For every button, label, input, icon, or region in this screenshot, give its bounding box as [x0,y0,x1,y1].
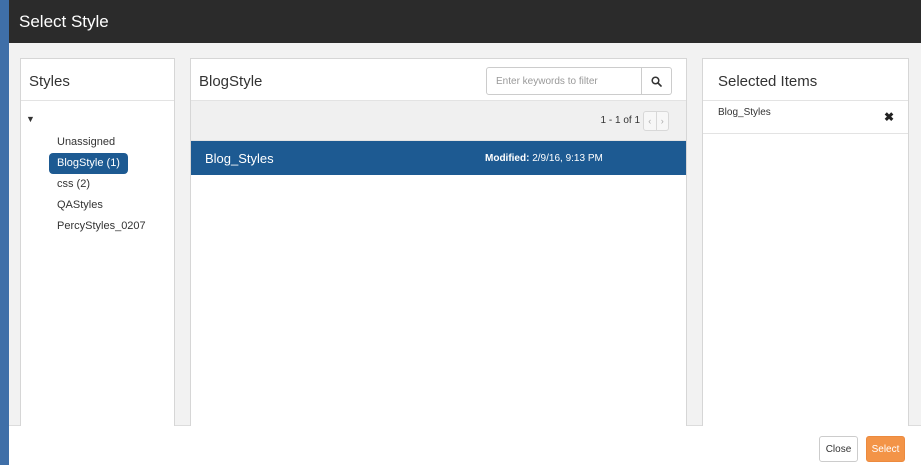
styles-panel: Styles ▼ Unassigned BlogStyle (1) css (2… [20,58,175,426]
result-modified: Modified: 2/9/16, 9:13 PM [485,153,603,164]
prev-page-button[interactable]: ‹ [644,112,657,130]
select-style-dialog: Select Style Styles ▼ Unassigned BlogSty… [9,0,921,465]
search-icon [651,75,662,87]
tree-item-blogstyle[interactable]: BlogStyle (1) [49,153,128,174]
tree-item-unassigned[interactable]: Unassigned [49,132,169,153]
results-panel: BlogStyle Enter keywords to filter 1 - 1… [190,58,687,426]
tree-row: css (2) [49,174,169,195]
dialog-body: Styles ▼ Unassigned BlogStyle (1) css (2… [9,43,921,426]
window-edge [0,0,9,465]
tree-row: PercyStyles_0207 [49,216,169,237]
selected-items-title: Selected Items [718,73,818,90]
styles-tree: Unassigned BlogStyle (1) css (2) QAStyle… [49,132,169,237]
tree-row: Unassigned [49,132,169,153]
pager-count: 1 - 1 of 1 [600,115,640,126]
tree-row: BlogStyle (1) [49,153,169,174]
modified-value: 2/9/16, 9:13 PM [532,153,603,164]
results-panel-title: BlogStyle [199,73,263,90]
tree-item-css[interactable]: css (2) [49,174,169,195]
select-button[interactable]: Select [866,436,905,462]
dialog-footer: Close Select [9,427,921,465]
tree-item-percystyles[interactable]: PercyStyles_0207 [49,216,169,237]
dialog-title: Select Style [9,0,921,43]
selected-item: Blog_Styles ✖ [703,101,908,134]
selected-items-header: Selected Items [703,59,908,101]
tree-collapse-icon[interactable]: ▼ [26,114,35,124]
tree-row: QAStyles [49,195,169,216]
result-name: Blog_Styles [205,151,274,166]
close-button[interactable]: Close [819,436,858,462]
result-row[interactable]: Blog_Styles Modified: 2/9/16, 9:13 PM [191,141,686,175]
remove-item-icon[interactable]: ✖ [884,110,894,124]
styles-panel-header: Styles [21,59,174,101]
search-button[interactable] [642,67,672,95]
modified-label: Modified: [485,153,530,164]
selected-item-label: Blog_Styles [718,107,771,118]
selected-items-panel: Selected Items Blog_Styles ✖ [702,58,909,426]
tree-item-qastyles[interactable]: QAStyles [49,195,169,216]
next-page-button[interactable]: › [657,112,669,130]
pager-buttons: ‹ › [643,111,669,131]
search-input[interactable]: Enter keywords to filter [486,67,642,95]
pager-bar: 1 - 1 of 1 ‹ › [191,101,686,141]
